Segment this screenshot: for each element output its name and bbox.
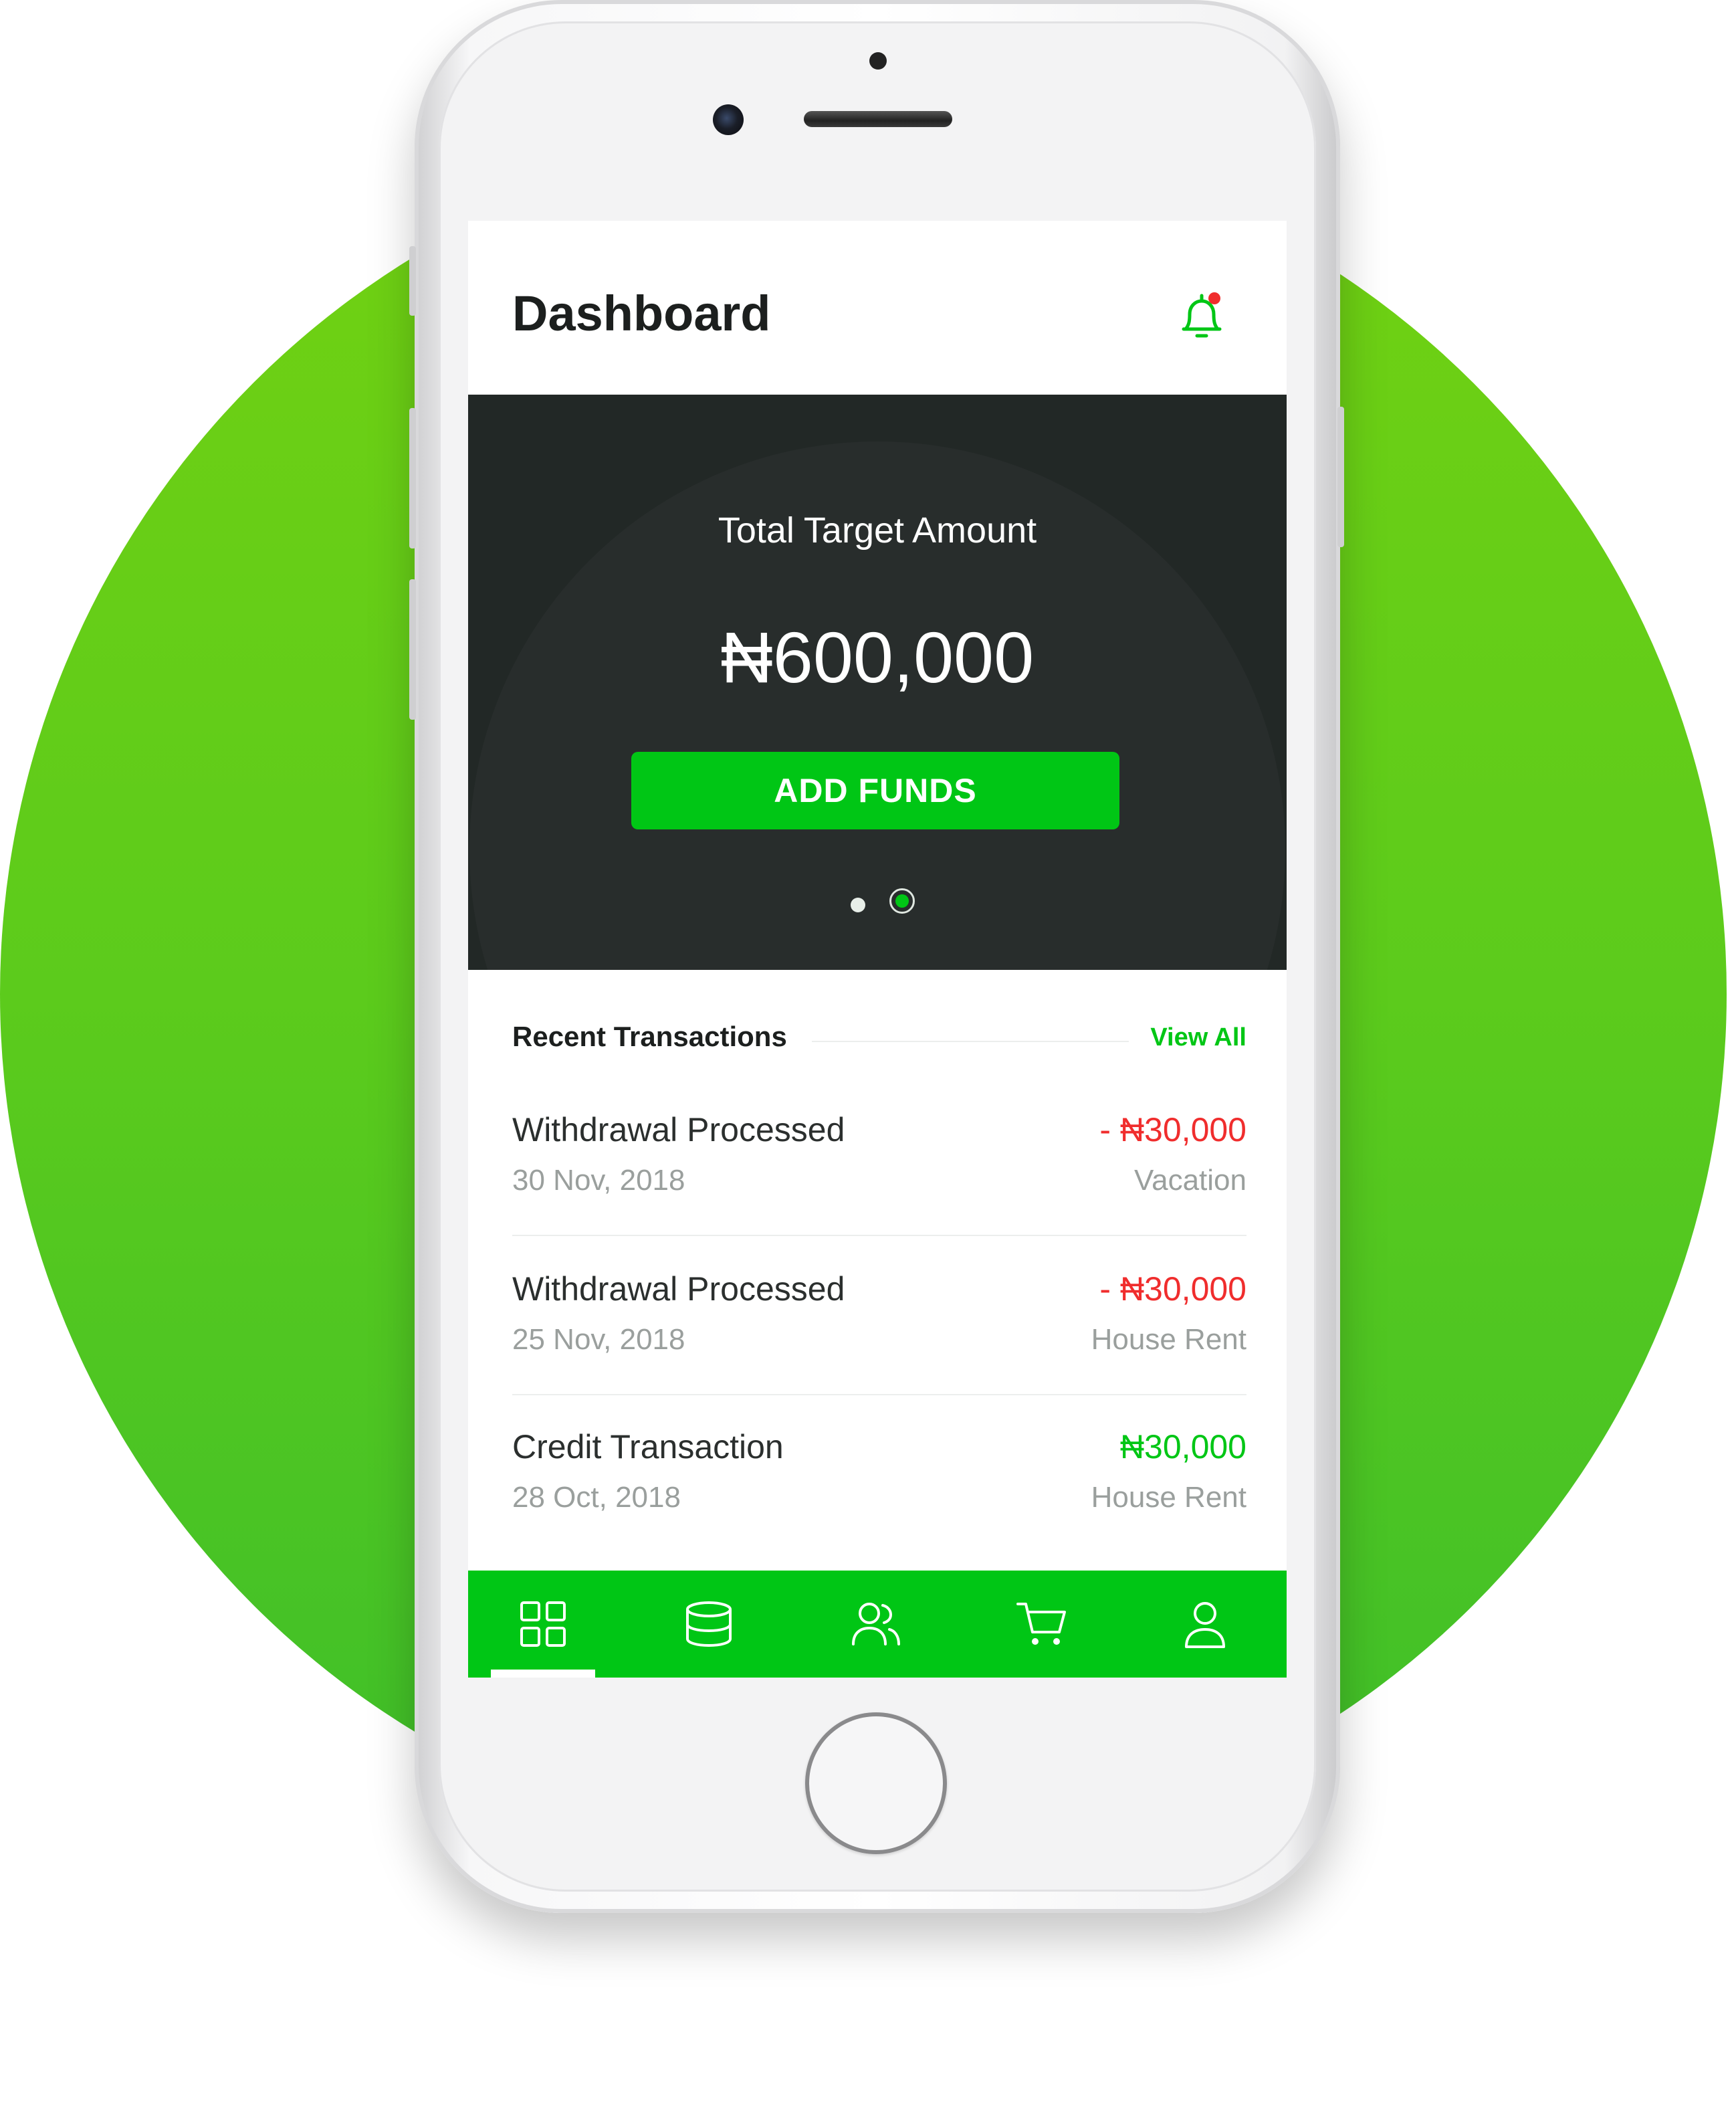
transaction-date: 30 Nov, 2018 — [512, 1164, 685, 1197]
bottom-tab-bar — [468, 1571, 1287, 1678]
phone-volume-up — [409, 408, 416, 548]
users-icon — [852, 1603, 900, 1645]
front-camera — [713, 104, 744, 135]
tab-shop[interactable] — [988, 1571, 1095, 1678]
transaction-amount: - ₦30,000 — [1099, 1111, 1246, 1148]
phone-mute-switch — [409, 246, 416, 316]
row-divider — [512, 1235, 1246, 1236]
add-funds-button[interactable]: ADD FUNDS — [631, 752, 1119, 829]
phone-power-button — [1337, 407, 1344, 547]
top-bar: Dashboard — [468, 221, 1287, 395]
carousel-dot-1[interactable] — [851, 898, 865, 912]
transaction-name: Withdrawal Processed — [512, 1111, 845, 1148]
tab-profile[interactable] — [1152, 1571, 1259, 1678]
recent-transactions-title: Recent Transactions — [512, 1021, 787, 1052]
dashboard-grid-icon — [520, 1601, 566, 1647]
transaction-name: Credit Transaction — [512, 1428, 784, 1466]
user-icon — [1185, 1602, 1225, 1648]
row-divider — [512, 1394, 1246, 1395]
transaction-amount: - ₦30,000 — [1099, 1270, 1246, 1308]
transaction-amount: ₦30,000 — [1119, 1428, 1246, 1466]
active-tab-indicator — [491, 1670, 595, 1678]
target-amount-value: ₦600,000 — [720, 617, 1035, 698]
tab-dashboard[interactable] — [490, 1571, 596, 1678]
database-icon — [686, 1601, 732, 1647]
earpiece-speaker — [804, 111, 952, 127]
proximity-sensor — [869, 52, 887, 70]
transaction-date: 28 Oct, 2018 — [512, 1481, 681, 1514]
phone-volume-down — [409, 579, 416, 720]
bell-icon[interactable] — [1177, 290, 1226, 344]
transaction-row[interactable]: Withdrawal Processed 30 Nov, 2018 - ₦30,… — [512, 1110, 1246, 1244]
tab-groups[interactable] — [823, 1571, 930, 1678]
app-screen: Dashboard Total Target Amount ₦600,000 A… — [468, 221, 1287, 1678]
transaction-row[interactable]: Credit Transaction 28 Oct, 2018 ₦30,000 … — [512, 1427, 1246, 1561]
transaction-row[interactable]: Withdrawal Processed 25 Nov, 2018 - ₦30,… — [512, 1270, 1246, 1403]
transaction-category: House Rent — [1091, 1481, 1246, 1514]
transaction-category: Vacation — [1134, 1164, 1246, 1197]
home-button[interactable] — [805, 1712, 947, 1854]
tab-savings[interactable] — [655, 1571, 762, 1678]
transaction-category: House Rent — [1091, 1323, 1246, 1356]
transaction-date: 25 Nov, 2018 — [512, 1323, 685, 1356]
target-amount-label: Total Target Amount — [718, 510, 1037, 550]
page-title: Dashboard — [512, 286, 771, 341]
target-amount-card: Total Target Amount ₦600,000 ADD FUNDS — [468, 395, 1287, 970]
cart-icon — [1016, 1603, 1066, 1645]
section-divider — [812, 1041, 1129, 1042]
view-all-link[interactable]: View All — [1150, 1023, 1246, 1052]
carousel-dot-2-active[interactable] — [889, 888, 915, 914]
transaction-name: Withdrawal Processed — [512, 1270, 845, 1308]
